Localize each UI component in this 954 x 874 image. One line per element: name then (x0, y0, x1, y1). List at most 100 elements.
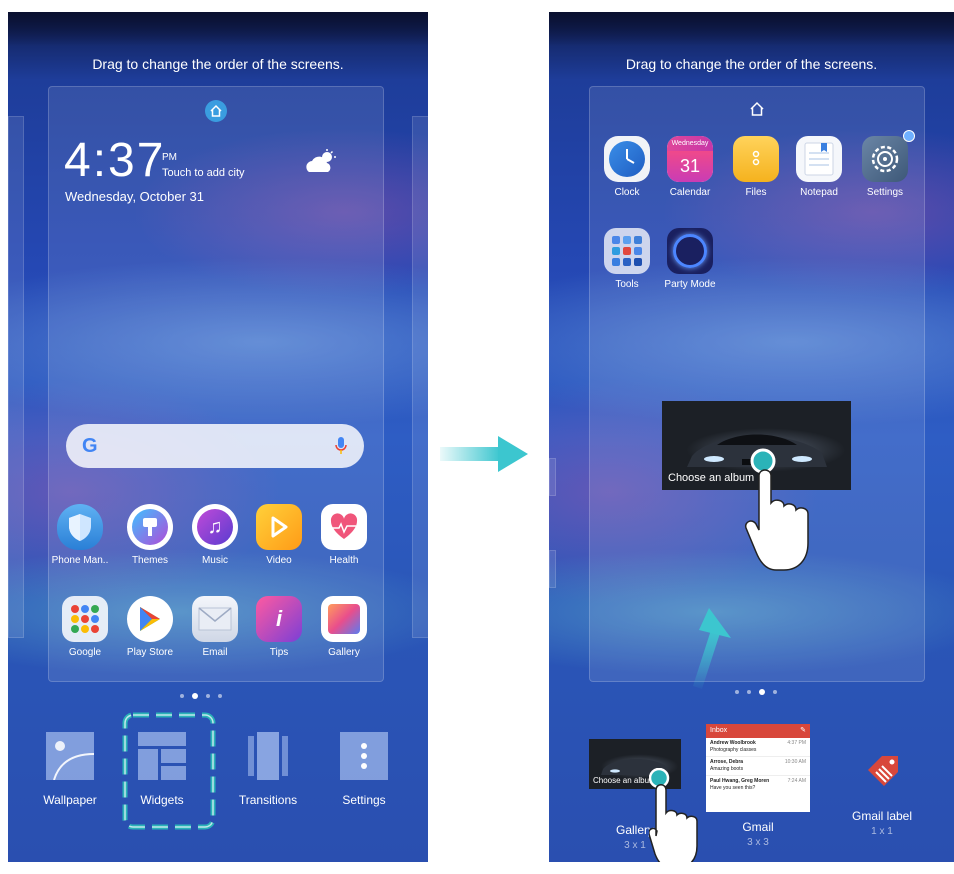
page-indicator[interactable] (735, 689, 777, 695)
next-screen-card[interactable] (412, 116, 428, 638)
notification-badge (903, 130, 915, 142)
page-dot[interactable] (206, 694, 210, 698)
transition-arrow-icon (440, 436, 528, 472)
app-tools-folder[interactable]: Tools (597, 228, 657, 290)
app-notepad[interactable]: Notepad (789, 136, 849, 198)
previous-screen-card[interactable] (8, 116, 24, 638)
up-arrow-icon (693, 608, 731, 689)
clock-time[interactable]: 4:37 (64, 133, 165, 188)
email-time: 10:30 AM (784, 759, 806, 765)
app-health[interactable]: Health (314, 504, 374, 566)
heart-icon (321, 504, 367, 550)
page-indicator[interactable] (180, 693, 222, 699)
clock-icon (604, 136, 650, 182)
app-label: Tips (269, 647, 289, 658)
app-label: Email (202, 647, 228, 658)
folder-icon (733, 136, 779, 182)
shield-icon (57, 504, 103, 550)
hand-pointer-icon (649, 768, 698, 862)
wallpaper-label: Wallpaper (43, 793, 97, 807)
reorder-hint: Drag to change the order of the screens. (625, 56, 878, 72)
app-email[interactable]: Email (185, 596, 245, 658)
settings-option[interactable]: Settings (322, 732, 406, 807)
paintbrush-icon (127, 504, 173, 550)
app-settings[interactable]: Settings (855, 136, 915, 198)
music-note-icon: ♫ (192, 504, 238, 550)
app-label: Settings (866, 187, 904, 198)
app-files[interactable]: Files (726, 136, 786, 198)
compose-pencil-icon: ✎ (800, 727, 806, 734)
app-clock[interactable]: Clock (597, 136, 657, 198)
more-dots-icon (340, 732, 388, 780)
app-label: Party Mode (664, 279, 716, 290)
widgets-highlight-frame (122, 712, 216, 830)
choose-album-label: Choose an album (593, 776, 656, 785)
app-gallery[interactable]: Gallery (314, 596, 374, 658)
play-store-icon (127, 596, 173, 642)
page-dot[interactable] (180, 694, 184, 698)
page-dot[interactable] (735, 690, 739, 694)
page-dot[interactable] (773, 690, 777, 694)
transitions-label: Transitions (238, 793, 298, 807)
notepad-icon (796, 136, 842, 182)
widget-label: Gmail label (851, 809, 913, 823)
app-label: Gallery (328, 647, 360, 658)
page-dot-active[interactable] (759, 689, 765, 695)
google-folder-icon (62, 596, 108, 642)
gmail-inbox-header: Inbox ✎ (706, 724, 810, 738)
home-icon[interactable] (205, 100, 227, 122)
app-label: Video (266, 555, 292, 566)
app-label: Calendar (669, 187, 711, 198)
previous-screen-card[interactable] (549, 458, 556, 496)
google-search-bar[interactable]: G (66, 424, 364, 468)
app-play-store[interactable]: Play Store (120, 596, 180, 658)
app-label: Phone Man.. (51, 555, 109, 566)
email-time: 7:24 AM (787, 778, 806, 784)
email-subject: Photography classes (710, 747, 757, 753)
wallpaper-option[interactable]: Wallpaper (28, 732, 112, 807)
app-label: Play Store (126, 647, 174, 658)
gallery-photos-icon (321, 596, 367, 642)
app-tips[interactable]: i Tips (249, 596, 309, 658)
calendar-day: Wednesday (667, 136, 713, 151)
app-themes[interactable]: Themes (120, 504, 180, 566)
app-label: Google (68, 647, 102, 658)
widget-size: 1 x 1 (871, 826, 893, 837)
tips-book-icon: i (256, 596, 302, 642)
app-label: Tools (615, 279, 639, 290)
app-label: Files (745, 187, 767, 198)
app-video[interactable]: Video (249, 504, 309, 566)
settings-label: Settings (342, 793, 386, 807)
transitions-option[interactable]: Transitions (226, 732, 310, 807)
calendar-date: 31 (667, 151, 713, 182)
add-city-link[interactable]: Touch to add city (162, 167, 245, 179)
wallpaper-icon (46, 732, 95, 781)
clock-date: Wednesday, October 31 (65, 189, 204, 204)
status-bar (8, 12, 428, 46)
play-icon (256, 504, 302, 550)
calendar-icon: Wednesday 31 (667, 136, 713, 182)
envelope-icon (192, 596, 238, 642)
gmail-tag-icon (868, 756, 898, 786)
app-calendar[interactable]: Wednesday 31 Calendar (660, 136, 720, 198)
app-phone-manager[interactable]: Phone Man.. (50, 504, 110, 566)
page-dot[interactable] (747, 690, 751, 694)
app-party-mode[interactable]: Party Mode (660, 228, 720, 290)
email-time: 4:37 PM (787, 740, 806, 746)
mic-icon[interactable] (334, 436, 348, 456)
home-icon[interactable] (746, 98, 768, 120)
page-dot-active[interactable] (192, 693, 198, 699)
weather-cloud-icon[interactable] (303, 148, 339, 183)
page-dot[interactable] (218, 694, 222, 698)
clock-ampm: PM (162, 152, 177, 163)
previous-screen-card[interactable] (549, 550, 556, 588)
choose-album-label[interactable]: Choose an album (668, 472, 754, 484)
right-phone-screen: Drag to change the order of the screens.… (549, 12, 954, 862)
app-music[interactable]: ♫ Music (185, 504, 245, 566)
app-label: Music (201, 555, 229, 566)
widget-gmail-label[interactable]: Gmail label 1 x 1 (837, 752, 927, 837)
gmail-row: Andrew Woolbrook Photography classes 4:3… (706, 738, 810, 757)
app-google-folder[interactable]: Google (55, 596, 115, 658)
hand-pointer-icon (744, 448, 809, 571)
app-label: Themes (131, 555, 169, 566)
